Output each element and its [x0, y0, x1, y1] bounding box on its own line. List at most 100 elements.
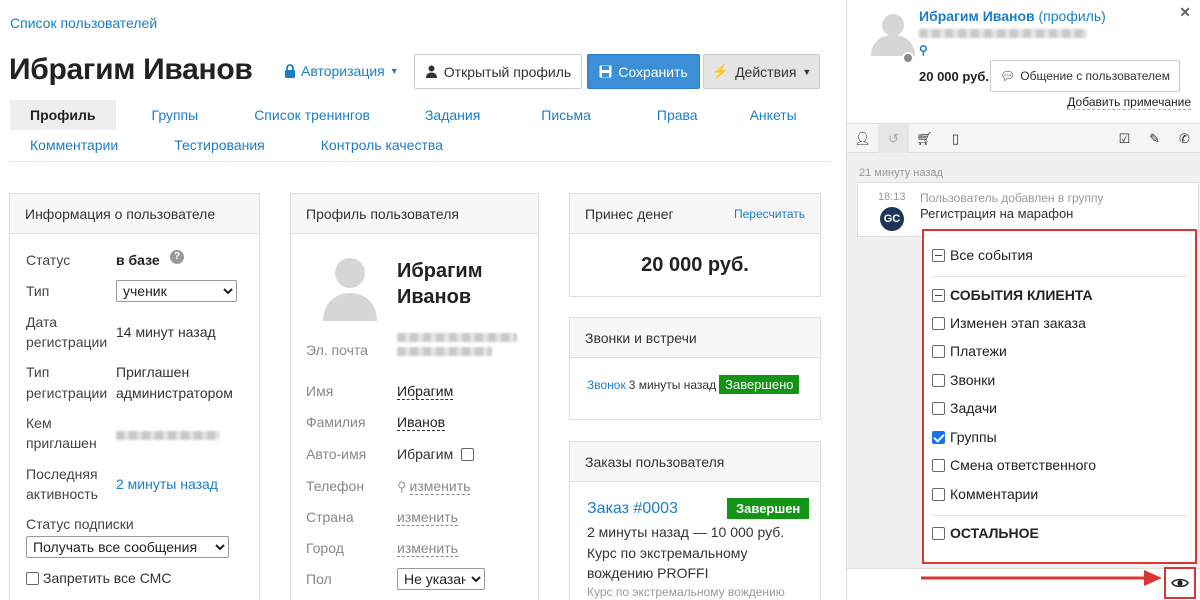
country-label: Страна — [306, 509, 354, 525]
sidebar-profile-link[interactable]: (профиль) — [1039, 8, 1106, 24]
recalc-link[interactable]: Пересчитать — [734, 194, 805, 234]
user-info-title: Информация о пользователе — [10, 194, 259, 234]
event-filter-button[interactable] — [1164, 567, 1196, 599]
add-note-link[interactable]: Добавить примечание — [1067, 95, 1191, 110]
tab-tasks[interactable]: Задания — [390, 100, 515, 130]
filter-all-events-checkbox[interactable] — [932, 248, 945, 262]
gender-label: Пол — [306, 571, 332, 587]
filter-other[interactable]: ОСТАЛЬНОЕ — [932, 525, 1039, 541]
first-name-value[interactable]: Ибрагим — [397, 383, 454, 400]
city-label: Город — [306, 540, 344, 556]
auth-dropdown[interactable]: Авторизация ▼ — [284, 63, 399, 79]
city-change-link[interactable]: изменить — [397, 540, 458, 557]
filter-all-events[interactable]: Все события — [932, 247, 1033, 263]
tabs-divider — [10, 161, 830, 162]
call-entry: Звонок 3 минуты назад Завершено — [587, 375, 800, 394]
filter-item-payments[interactable]: Платежи — [932, 343, 1007, 359]
help-icon[interactable]: ? — [170, 250, 184, 264]
sidebar-search-icon[interactable]: ⚲ — [919, 43, 928, 57]
filter-client-events[interactable]: СОБЫТИЯ КЛИЕНТА — [932, 287, 1093, 303]
mobile-tab-icon[interactable]: ▯ — [940, 124, 971, 153]
status-value: в базе — [116, 252, 160, 268]
main-content: Список пользователей Ибрагим Иванов Авто… — [0, 0, 846, 600]
actions-button[interactable]: ⚡ Действия ▼ — [703, 54, 820, 89]
reg-date-label-line2: регистрации — [26, 334, 108, 350]
country-change-link[interactable]: изменить — [397, 509, 458, 526]
tab-comments[interactable]: Комментарии — [10, 130, 138, 160]
calls-title: Звонки и встречи — [570, 318, 820, 358]
sidebar-user-name[interactable]: Ибрагим Иванов — [919, 8, 1035, 24]
reg-type-label-line2: регистрации — [26, 385, 108, 401]
sms-block-checkbox[interactable] — [26, 571, 39, 585]
filter-comments-checkbox[interactable] — [932, 487, 945, 501]
subscription-label: Статус подписки — [26, 516, 134, 532]
call-time: 3 минуты назад — [628, 377, 717, 392]
filter-order-stage-checkbox[interactable] — [932, 316, 945, 330]
order-link[interactable]: Заказ #0003 — [587, 500, 678, 518]
checklist-icon[interactable]: ☑ — [1109, 124, 1140, 153]
filter-tasks-checkbox[interactable] — [932, 401, 945, 415]
event-group: Регистрация на марафон — [920, 206, 1074, 221]
phone-change-link[interactable]: изменить — [409, 478, 471, 495]
open-profile-button[interactable]: Открытый профиль — [414, 54, 582, 89]
actions-label: Действия — [735, 63, 797, 80]
last-activity-link[interactable]: 2 минуты назад — [116, 476, 218, 492]
sidebar-header: Ибрагим Иванов (профиль) ⚲ 20 000 руб. 💬… — [847, 0, 1200, 123]
comment-icon: 💬︎ — [1000, 69, 1016, 83]
filter-item-comments[interactable]: Комментарии — [932, 486, 1038, 502]
email-blurred — [397, 333, 517, 342]
auto-name-label: Авто-имя — [306, 446, 367, 462]
sms-block-toggle[interactable]: Запретить все СМС — [26, 570, 171, 586]
user-tab-icon[interactable]: 👤︎ — [847, 124, 878, 153]
save-button[interactable]: Сохранить — [587, 54, 700, 89]
invited-by-blurred — [116, 431, 220, 440]
avatar — [321, 251, 379, 321]
auto-name-checkbox[interactable] — [461, 447, 475, 461]
filter-item-tasks[interactable]: Задачи — [932, 400, 997, 416]
gender-select[interactable]: Не указан — [397, 568, 485, 590]
tabs-row-2: Комментарии Тестирования Контроль качест… — [10, 130, 830, 160]
cart-tab-icon[interactable]: 🛒︎ — [909, 124, 940, 153]
phone-change[interactable]: ⚲ изменить — [397, 478, 471, 495]
orders-panel: Заказы пользователя Заказ #0003 Завершен… — [569, 441, 821, 600]
sidebar-amount: 20 000 руб. — [919, 69, 990, 84]
tab-tests[interactable]: Тестирования — [138, 130, 301, 160]
history-tab-icon[interactable]: ↺ — [878, 124, 909, 153]
filter-item-calls[interactable]: Звонки — [932, 372, 995, 388]
phone-label: Телефон — [306, 478, 365, 494]
filter-responsible-label: Смена ответственного — [950, 457, 1096, 473]
tab-trainings[interactable]: Список тренингов — [234, 100, 390, 130]
type-select[interactable]: ученик — [116, 280, 237, 302]
filter-item-responsible[interactable]: Смена ответственного — [932, 457, 1096, 473]
phone-icon[interactable]: ✆ — [1169, 124, 1200, 153]
tab-rights[interactable]: Права — [617, 100, 738, 130]
filter-item-order-stage[interactable]: Изменен этап заказа — [932, 315, 1086, 331]
subscription-select[interactable]: Получать все сообщения — [26, 536, 229, 558]
sidebar-avatar — [871, 14, 915, 56]
filter-client-events-checkbox[interactable] — [932, 288, 945, 302]
filter-item-groups[interactable]: Группы — [932, 429, 997, 445]
close-icon[interactable]: ✕ — [1179, 4, 1191, 21]
money-panel: Принес денег Пересчитать 20 000 руб. — [569, 193, 821, 297]
tab-letters[interactable]: Письма — [515, 100, 617, 130]
profile-name-line2: Иванов — [397, 286, 472, 308]
pencil-icon[interactable]: ✎ — [1139, 124, 1170, 153]
filter-calls-checkbox[interactable] — [932, 373, 945, 387]
order-course-gray: Курс по экстремальному вождению — [587, 585, 785, 599]
filter-responsible-checkbox[interactable] — [932, 458, 945, 472]
last-name-label: Фамилия — [306, 414, 366, 430]
tab-groups[interactable]: Группы — [116, 100, 235, 130]
user-profile-panel: Профиль пользователя Ибрагим Иванов Эл. … — [290, 193, 539, 600]
chat-with-user-button[interactable]: 💬︎ Общение с пользователем — [990, 60, 1180, 92]
breadcrumb-users-list[interactable]: Список пользователей — [10, 15, 157, 31]
filter-other-checkbox[interactable] — [932, 526, 945, 540]
tab-profile[interactable]: Профиль — [10, 100, 116, 130]
call-link[interactable]: Звонок — [587, 378, 626, 392]
filter-groups-checkbox[interactable] — [932, 430, 945, 444]
user-icon — [425, 65, 437, 78]
last-name-value[interactable]: Иванов — [397, 414, 446, 431]
tab-forms[interactable]: Анкеты — [738, 100, 809, 130]
floppy-icon — [599, 65, 612, 78]
filter-payments-checkbox[interactable] — [932, 344, 945, 358]
tab-quality-control[interactable]: Контроль качества — [301, 130, 463, 160]
